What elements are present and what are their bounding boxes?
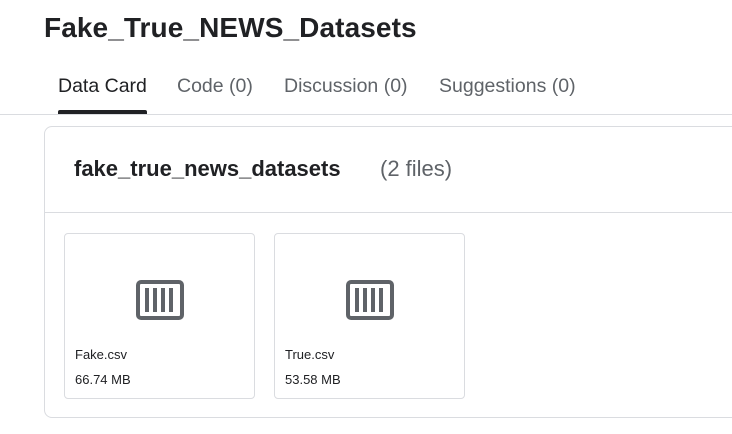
tab-divider — [0, 114, 732, 115]
tab-data-card[interactable]: Data Card — [44, 72, 161, 114]
file-name: True.csv — [285, 347, 335, 362]
tab-label: Data Card — [58, 75, 147, 97]
tab-bar: Data Card Code (0) Discussion (0) Sugges… — [44, 72, 732, 116]
dataset-card: fake_true_news_datasets (2 files) Fake.c… — [44, 126, 732, 418]
file-tile-true-csv[interactable]: True.csv 53.58 MB — [274, 233, 465, 399]
page-title: Fake_True_NEWS_Datasets — [44, 12, 417, 43]
table-icon — [136, 280, 184, 320]
tab-label: Discussion (0) — [284, 75, 408, 97]
file-name: Fake.csv — [75, 347, 128, 362]
file-count: (2 files) — [380, 156, 453, 181]
file-size: 53.58 MB — [285, 372, 341, 387]
file-size: 66.74 MB — [75, 372, 131, 387]
file-tile-fake-csv[interactable]: Fake.csv 66.74 MB — [64, 233, 255, 399]
tab-code[interactable]: Code (0) — [163, 72, 267, 114]
tab-label: Code (0) — [177, 75, 253, 97]
table-icon — [346, 280, 394, 320]
dataset-name: fake_true_news_datasets — [74, 156, 341, 181]
tab-suggestions[interactable]: Suggestions (0) — [425, 72, 590, 114]
tab-discussion[interactable]: Discussion (0) — [270, 72, 422, 114]
card-header: fake_true_news_datasets (2 files) — [45, 127, 732, 213]
tab-label: Suggestions (0) — [439, 75, 576, 97]
